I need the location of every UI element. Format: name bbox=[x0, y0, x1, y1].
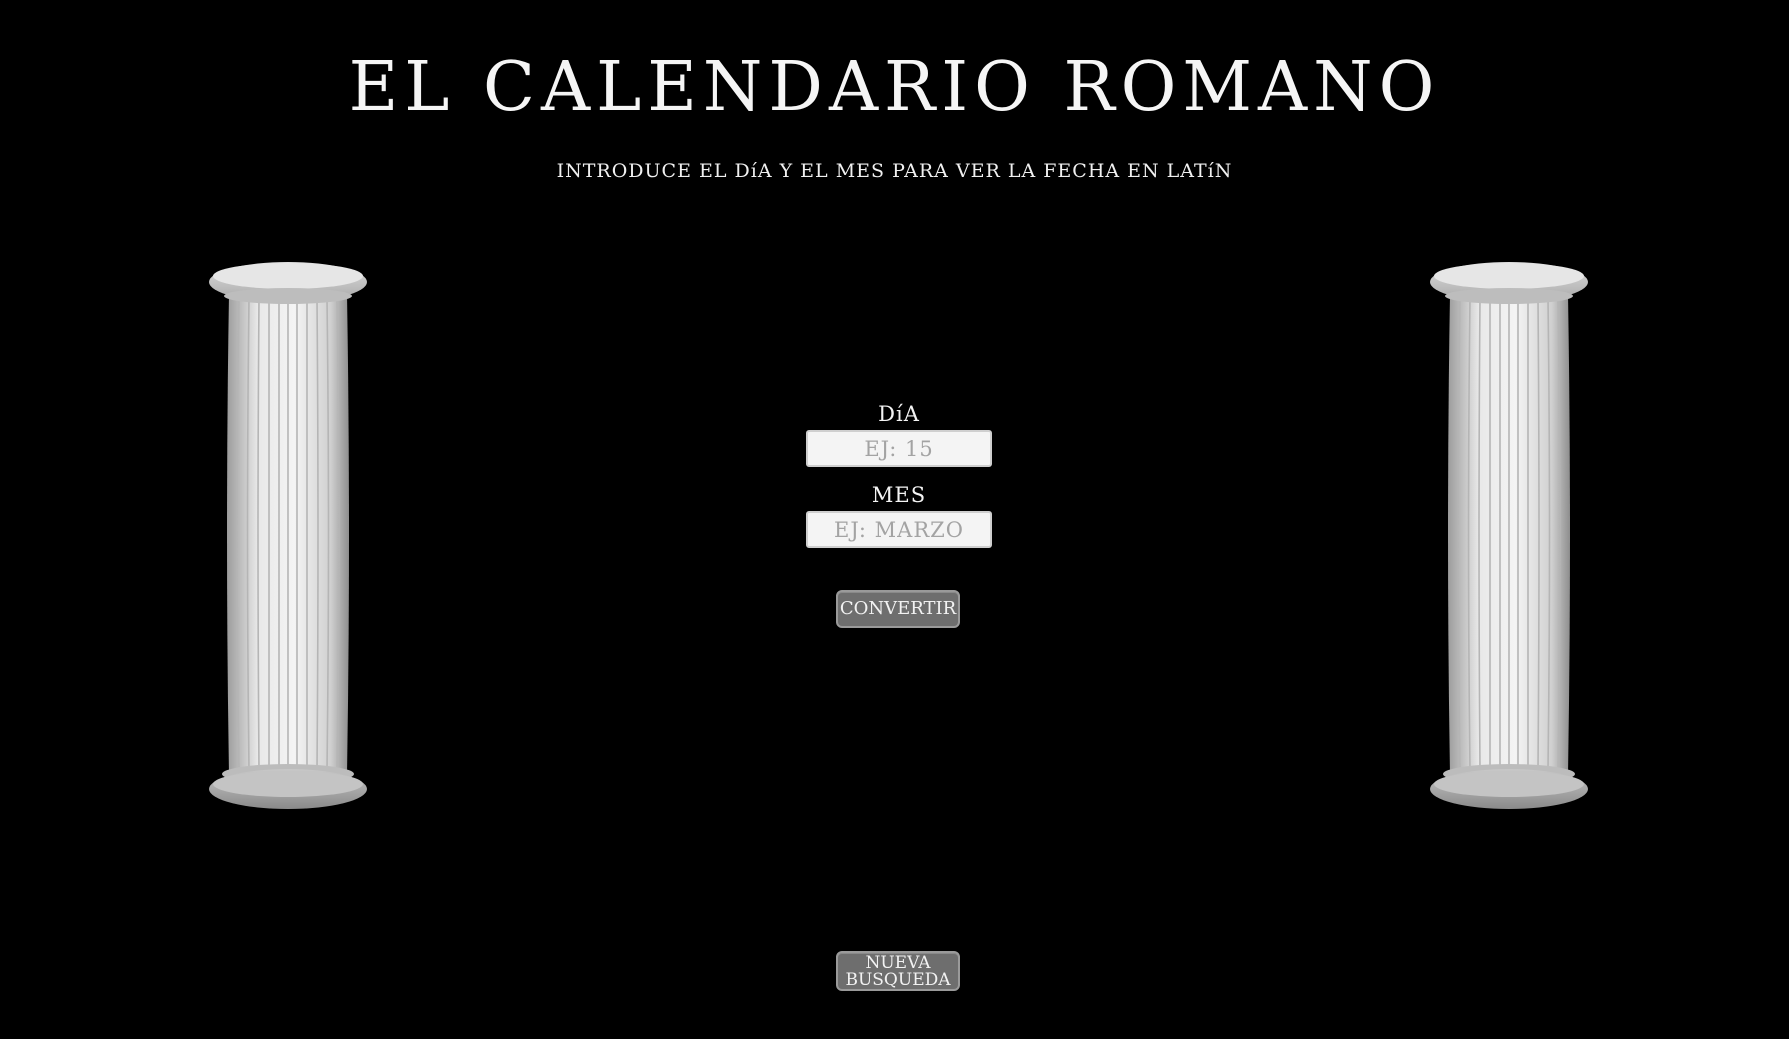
convert-button[interactable]: CONVERTIR bbox=[836, 590, 960, 628]
day-label: DíA bbox=[878, 402, 920, 426]
page-title: EL CALENDARIO ROMANO bbox=[348, 48, 1441, 127]
month-label: MES bbox=[871, 483, 927, 507]
roman-column-icon bbox=[209, 262, 367, 809]
right-column-icon bbox=[1428, 254, 1590, 809]
left-column-icon bbox=[207, 254, 369, 809]
date-form: DíA MES bbox=[806, 402, 992, 548]
day-input[interactable] bbox=[806, 430, 992, 467]
roman-column-icon bbox=[1430, 262, 1588, 809]
new-search-label-line2: BUSQUEDA bbox=[845, 970, 951, 990]
new-search-button[interactable]: NUEVA BUSQUEDA bbox=[836, 951, 960, 991]
month-input[interactable] bbox=[806, 511, 992, 548]
page-subtitle: INTRODUCE EL DíA Y EL MES PARA VER LA FE… bbox=[556, 160, 1233, 182]
